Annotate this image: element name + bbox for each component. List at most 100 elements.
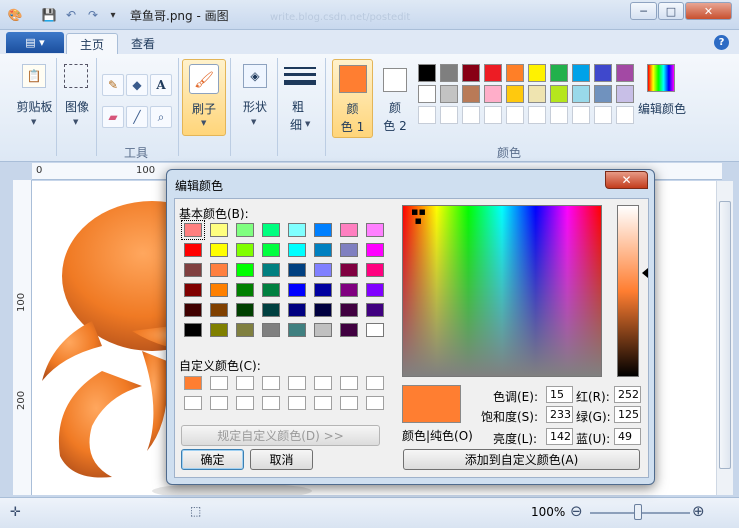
- palette-swatch-empty[interactable]: [484, 106, 502, 124]
- blue-field[interactable]: 49: [614, 428, 641, 445]
- basic-color-cell[interactable]: [366, 243, 384, 257]
- help-icon[interactable]: ?: [714, 35, 729, 50]
- basic-color-cell[interactable]: [288, 303, 306, 317]
- basic-color-cell[interactable]: [210, 243, 228, 257]
- maximize-button[interactable]: □: [658, 2, 684, 20]
- color-picker-icon[interactable]: ╱: [126, 106, 148, 128]
- app-menu-button[interactable]: ▤ ▾: [6, 32, 64, 53]
- basic-color-cell[interactable]: [262, 323, 280, 337]
- palette-swatch[interactable]: [528, 64, 546, 82]
- custom-color-cell[interactable]: [340, 396, 358, 410]
- basic-color-cell[interactable]: [210, 263, 228, 277]
- green-field[interactable]: 125: [614, 406, 641, 423]
- custom-color-cell[interactable]: [210, 376, 228, 390]
- basic-color-cell[interactable]: [340, 263, 358, 277]
- clipboard-label[interactable]: 剪贴板: [12, 98, 57, 115]
- palette-swatch[interactable]: [506, 85, 524, 103]
- basic-color-cell[interactable]: [366, 263, 384, 277]
- basic-color-cell[interactable]: [366, 223, 384, 237]
- cancel-button[interactable]: 取消: [250, 449, 313, 470]
- palette-swatch[interactable]: [484, 85, 502, 103]
- basic-color-cell[interactable]: [236, 303, 254, 317]
- basic-color-cell[interactable]: [236, 223, 254, 237]
- basic-color-cell[interactable]: [314, 323, 332, 337]
- palette-swatch[interactable]: [550, 85, 568, 103]
- shapes-icon[interactable]: ◈: [243, 64, 267, 88]
- edit-colors-icon[interactable]: [647, 64, 675, 92]
- custom-color-cell[interactable]: [314, 376, 332, 390]
- basic-color-cell[interactable]: [314, 243, 332, 257]
- zoom-out-button[interactable]: ⊖: [570, 502, 583, 520]
- palette-swatch[interactable]: [440, 85, 458, 103]
- custom-color-cell[interactable]: [184, 396, 202, 410]
- basic-color-cell[interactable]: [210, 283, 228, 297]
- basic-color-cell[interactable]: [262, 283, 280, 297]
- tab-view[interactable]: 查看: [118, 33, 168, 54]
- palette-swatch-empty[interactable]: [440, 106, 458, 124]
- basic-color-cell[interactable]: [184, 303, 202, 317]
- palette-swatch[interactable]: [484, 64, 502, 82]
- palette-swatch[interactable]: [462, 85, 480, 103]
- basic-color-cell[interactable]: [184, 243, 202, 257]
- palette-swatch-empty[interactable]: [418, 106, 436, 124]
- palette-swatch[interactable]: [616, 64, 634, 82]
- basic-color-cell[interactable]: [340, 223, 358, 237]
- basic-color-cell[interactable]: [262, 303, 280, 317]
- palette-swatch[interactable]: [506, 64, 524, 82]
- red-field[interactable]: 252: [614, 386, 641, 403]
- basic-color-cell[interactable]: [314, 283, 332, 297]
- close-button[interactable]: ✕: [685, 2, 732, 20]
- basic-color-cell[interactable]: [236, 283, 254, 297]
- basic-color-cell[interactable]: [184, 283, 202, 297]
- color-spectrum[interactable]: ▪▪ ▪: [402, 205, 602, 377]
- basic-color-cell[interactable]: [184, 323, 202, 337]
- basic-color-cell[interactable]: [262, 263, 280, 277]
- palette-swatch-empty[interactable]: [506, 106, 524, 124]
- basic-color-cell[interactable]: [236, 323, 254, 337]
- palette-swatch[interactable]: [572, 85, 590, 103]
- luminance-slider[interactable]: [617, 205, 639, 377]
- basic-color-cell[interactable]: [184, 263, 202, 277]
- basic-color-cell[interactable]: [366, 303, 384, 317]
- save-icon[interactable]: 💾: [40, 6, 58, 24]
- text-icon[interactable]: A: [150, 74, 172, 96]
- basic-color-cell[interactable]: [366, 323, 384, 337]
- tab-home[interactable]: 主页: [66, 33, 119, 54]
- size-label-line1[interactable]: 粗: [284, 98, 312, 115]
- palette-swatch[interactable]: [418, 64, 436, 82]
- custom-color-cell[interactable]: [184, 376, 202, 390]
- magnifier-icon[interactable]: ⌕: [150, 106, 172, 128]
- basic-color-cell[interactable]: [314, 263, 332, 277]
- basic-color-cell[interactable]: [262, 243, 280, 257]
- hue-field[interactable]: 15: [546, 386, 573, 403]
- basic-color-cell[interactable]: [366, 283, 384, 297]
- basic-color-cell[interactable]: [288, 263, 306, 277]
- paint-app-icon[interactable]: 🎨: [6, 6, 24, 24]
- fill-icon[interactable]: ◆: [126, 74, 148, 96]
- custom-color-cell[interactable]: [210, 396, 228, 410]
- palette-swatch-empty[interactable]: [528, 106, 546, 124]
- minimize-button[interactable]: ─: [630, 2, 657, 20]
- saturation-field[interactable]: 233: [546, 406, 573, 423]
- palette-swatch[interactable]: [528, 85, 546, 103]
- zoom-in-button[interactable]: ⊕: [692, 502, 705, 520]
- color1-button[interactable]: 颜 色 1: [332, 59, 373, 138]
- custom-color-cell[interactable]: [340, 376, 358, 390]
- basic-color-cell[interactable]: [340, 283, 358, 297]
- palette-swatch[interactable]: [550, 64, 568, 82]
- vertical-scrollbar[interactable]: [716, 181, 733, 495]
- basic-color-cell[interactable]: [340, 243, 358, 257]
- palette-swatch-empty[interactable]: [572, 106, 590, 124]
- palette-swatch[interactable]: [462, 64, 480, 82]
- select-icon[interactable]: [64, 64, 88, 88]
- custom-color-cell[interactable]: [262, 396, 280, 410]
- basic-color-cell[interactable]: [210, 223, 228, 237]
- palette-swatch[interactable]: [572, 64, 590, 82]
- basic-color-cell[interactable]: [288, 223, 306, 237]
- basic-color-cell[interactable]: [181, 220, 205, 240]
- zoom-slider-thumb[interactable]: [634, 504, 642, 520]
- palette-swatch[interactable]: [594, 85, 612, 103]
- undo-icon[interactable]: ↶: [62, 6, 80, 24]
- size-icon[interactable]: [284, 66, 316, 88]
- basic-color-cell[interactable]: [262, 223, 280, 237]
